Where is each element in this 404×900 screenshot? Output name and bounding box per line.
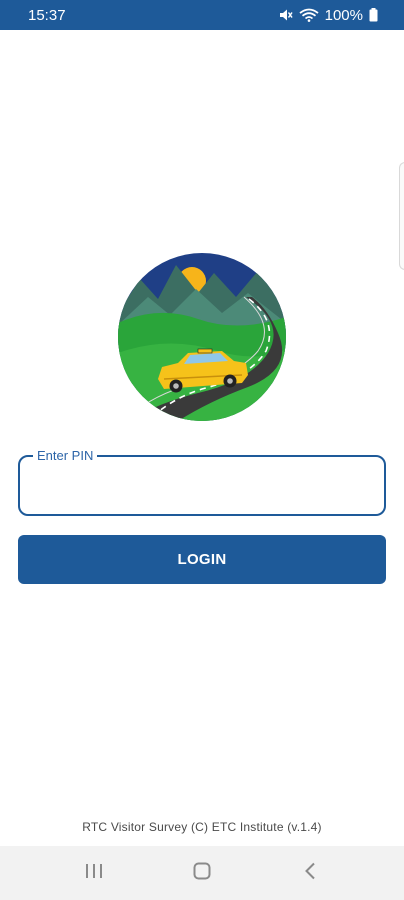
pin-field[interactable]: Enter PIN [18,448,386,516]
pin-input[interactable] [34,471,374,503]
wifi-icon [299,8,319,22]
login-screen: 15:37 100% Enter PIN LOGIN RTC Visitor S… [0,0,404,900]
mute-icon [279,8,293,22]
status-icons: 100% [279,7,378,24]
system-nav-bar [0,846,404,900]
home-button[interactable] [172,853,232,893]
status-bar: 15:37 100% [0,0,404,30]
footer-copyright: RTC Visitor Survey (C) ETC Institute (v.… [82,820,322,834]
edge-panel-handle[interactable] [399,162,404,270]
app-logo [118,253,286,421]
recent-apps-icon [85,863,103,884]
back-button[interactable] [280,853,340,893]
battery-percentage: 100% [324,6,363,24]
status-time: 15:37 [28,6,66,24]
home-icon [193,862,211,885]
pin-label: Enter PIN [33,448,98,464]
back-icon [304,862,316,885]
recent-apps-button[interactable] [64,853,124,893]
battery-icon [369,8,378,22]
login-button[interactable]: LOGIN [18,535,386,584]
